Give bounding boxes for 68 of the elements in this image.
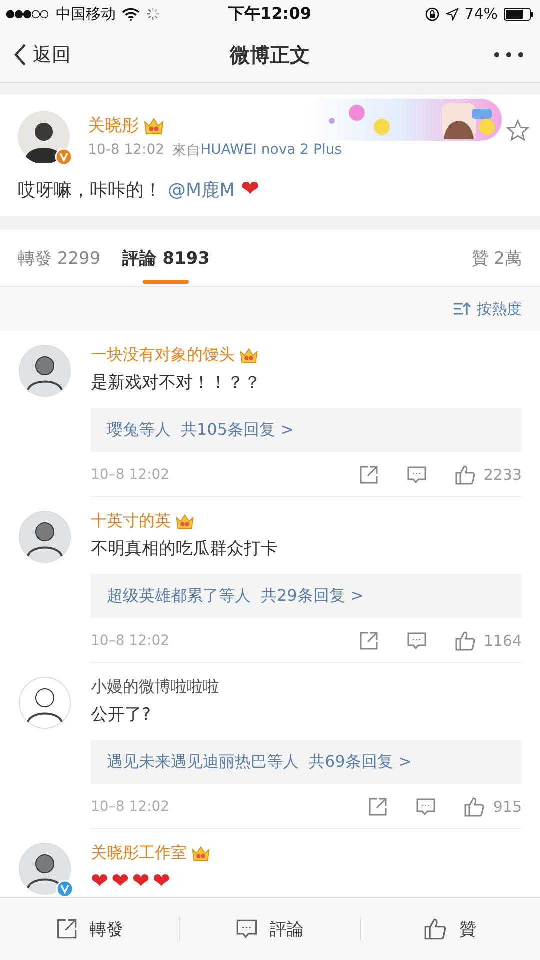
source-label: 來自	[172, 142, 201, 160]
crown-icon	[191, 845, 211, 862]
commenter-name[interactable]: 小嫚的微博啦啦啦	[91, 677, 219, 698]
rotation-lock-icon	[424, 6, 440, 22]
avatar[interactable]	[19, 843, 71, 895]
tab[interactable]: 轉發 2299	[18, 230, 101, 286]
comment-text: ❤❤❤❤	[91, 869, 174, 893]
share-icon[interactable]	[368, 797, 388, 817]
replies-link[interactable]: 璎兔等人 共105条回复 >	[91, 408, 522, 452]
comment-time: 10–8 12:02	[91, 467, 170, 483]
post-time: 10-8 12:02	[88, 142, 165, 160]
comment-text: 公开了?	[91, 704, 152, 726]
mention-link[interactable]: @M鹿M	[168, 178, 236, 202]
tab[interactable]: 評論 8193	[122, 230, 210, 286]
commenter-name[interactable]: 十英寸的英	[91, 511, 171, 532]
thumbs-up-icon	[454, 631, 476, 651]
battery-percent: 74%	[464, 5, 498, 23]
author-name[interactable]: 关晓彤	[88, 114, 139, 137]
back-chevron-icon	[14, 43, 27, 67]
avatar[interactable]	[19, 345, 71, 397]
comment-icon[interactable]	[406, 632, 427, 650]
thumbs-up-icon	[454, 465, 476, 485]
sort-button[interactable]: 按熱度	[453, 300, 522, 318]
loading-icon	[146, 7, 160, 21]
like-button[interactable]: 915	[464, 797, 522, 817]
comment-text: 是新戏对不对！！？？	[91, 372, 262, 394]
share-icon[interactable]	[358, 465, 379, 485]
post-text: 哎呀嘛，咔咔的！	[18, 178, 162, 202]
signal-icon	[6, 10, 50, 18]
device-source[interactable]: HUAWEI nova 2 Plus	[200, 142, 342, 160]
comment-time: 10–8 12:02	[91, 633, 170, 649]
crown-icon	[239, 347, 259, 364]
sort-icon	[453, 302, 471, 316]
avatar[interactable]	[19, 677, 71, 729]
crown-icon	[175, 513, 195, 530]
commenter-name[interactable]: 关晓彤工作室	[91, 843, 187, 864]
carrier-name: 中国移动	[56, 4, 116, 24]
replies-link[interactable]: 超级英雄都累了等人 共29条回复 >	[91, 574, 522, 618]
tab[interactable]: 贊 2萬	[472, 230, 522, 286]
commenter-name[interactable]: 一块没有对象的馒头	[91, 345, 235, 366]
replies-link[interactable]: 遇见未来遇见迪丽热巴等人 共69条回复 >	[91, 740, 522, 784]
like-button[interactable]: 2233	[454, 465, 522, 485]
share-icon[interactable]	[358, 631, 379, 651]
wifi-icon	[122, 8, 140, 20]
crown-icon	[143, 116, 165, 134]
avatar[interactable]	[18, 111, 70, 163]
back-button[interactable]: 返回	[14, 42, 71, 68]
comment-text: 不明真相的吃瓜群众打卡	[91, 538, 279, 560]
battery-icon	[504, 8, 534, 20]
page-title: 微博正文	[230, 42, 310, 68]
verified-badge-icon	[55, 148, 73, 166]
share-button[interactable]: 轉發	[0, 898, 180, 960]
share-icon	[56, 918, 78, 940]
comment-icon	[236, 918, 258, 940]
like-button[interactable]: 1164	[454, 631, 522, 651]
comment-icon[interactable]	[406, 466, 427, 484]
location-icon	[446, 8, 459, 20]
heart-emoji: ❤	[241, 177, 260, 202]
more-icon[interactable]	[494, 52, 524, 58]
clock-time: 下午12:09	[228, 4, 312, 24]
thumbs-up-icon	[424, 918, 448, 940]
like-button[interactable]: 贊	[360, 898, 540, 960]
comment-time: 10–8 12:02	[91, 799, 170, 815]
avatar[interactable]	[19, 511, 71, 563]
star-icon[interactable]	[506, 119, 530, 143]
thumbs-up-icon	[464, 797, 486, 817]
comment-icon[interactable]	[416, 798, 436, 816]
comment-button[interactable]: 評論	[180, 898, 360, 960]
